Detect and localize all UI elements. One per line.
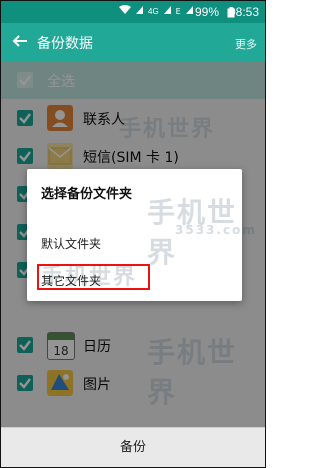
status-icons: 4G E [119, 5, 194, 18]
phone-frame: 4G E 99% 08:53 备份数据 更多 全选 联系人 短信(SIM 卡 1… [0, 0, 266, 468]
dialog-title: 选择备份文件夹 [41, 187, 133, 202]
watermark-top: 手机世界 [119, 117, 216, 142]
watermark-url: 3533.com [175, 223, 257, 237]
default-folder-option[interactable]: 默认文件夹 [41, 235, 101, 252]
signal-2-icon [163, 5, 172, 18]
page-title: 备份数据 [37, 36, 93, 52]
signal-3-icon [185, 5, 194, 18]
signal-1-icon [135, 5, 144, 18]
watermark-low: 手机世界 [41, 265, 138, 290]
network-type: 4G [148, 7, 159, 16]
clock: 08:53 [228, 5, 259, 19]
wifi-icon [119, 5, 131, 18]
more-button[interactable]: 更多 [235, 36, 257, 52]
watermark-bottom: 手机世界 [147, 336, 238, 409]
battery-percent: 99% [195, 5, 220, 19]
bottom-bar: 备份 [1, 427, 265, 467]
back-arrow-icon[interactable] [11, 32, 29, 50]
app-bar: 备份数据 更多 [1, 23, 265, 61]
status-bar: 4G E 99% 08:53 [1, 1, 265, 23]
backup-button[interactable]: 备份 [1, 428, 265, 467]
data-e-icon: E [175, 7, 181, 16]
